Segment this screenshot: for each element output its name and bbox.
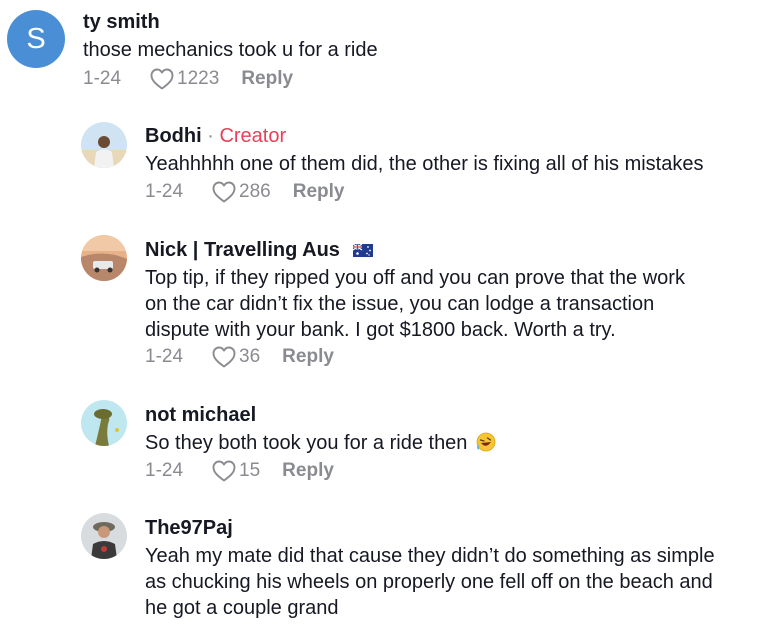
comment-username[interactable]: The97Paj bbox=[145, 517, 233, 540]
like-count: 36 bbox=[239, 346, 261, 367]
comment-meta: 1-24 36 Reply bbox=[145, 346, 334, 368]
avatar[interactable]: S bbox=[7, 10, 65, 68]
creator-separator: · bbox=[207, 125, 214, 147]
avatar[interactable] bbox=[81, 122, 127, 168]
like-count: 15 bbox=[239, 460, 261, 481]
comment-date: 1-24 bbox=[145, 346, 184, 367]
heart-outline-icon[interactable] bbox=[212, 346, 236, 368]
comment-text-line: as chucking his wheels on properly one f… bbox=[145, 571, 713, 593]
comment-text: So they both took you for a ride then bbox=[145, 430, 496, 456]
comment-text: Yeahhhhh one of them did, the other is f… bbox=[145, 153, 704, 175]
like-count: 286 bbox=[239, 181, 271, 202]
avatar[interactable] bbox=[81, 235, 127, 281]
reply-button[interactable]: Reply bbox=[241, 68, 293, 90]
comment-username[interactable]: Bodhi · Creator bbox=[145, 125, 286, 148]
comment-username[interactable]: Nick | Travelling Aus bbox=[145, 239, 374, 262]
comment-meta: 1-24 286 Reply bbox=[145, 181, 344, 203]
avatar[interactable] bbox=[81, 513, 127, 559]
comment-date: 1-24 bbox=[145, 460, 184, 481]
australia-flag-icon bbox=[353, 244, 374, 258]
rofl-emoji-icon bbox=[476, 432, 496, 452]
creator-badge: Creator bbox=[219, 125, 287, 147]
comment-username[interactable]: ty smith bbox=[83, 11, 160, 34]
username-text[interactable]: Bodhi bbox=[145, 125, 202, 147]
comment-text-line: dispute with your bank. I got $1800 back… bbox=[145, 319, 616, 341]
username-text[interactable]: Nick | Travelling Aus bbox=[145, 239, 340, 261]
reply-button[interactable]: Reply bbox=[293, 181, 345, 203]
comment-text-line: on the car didn’t fix the issue, you can… bbox=[145, 293, 655, 315]
comment-text-body: So they both took you for a ride then bbox=[145, 432, 468, 454]
comment-meta: 1-24 1223 Reply bbox=[83, 68, 293, 90]
comment-text-line: Top tip, if they ripped you off and you … bbox=[145, 267, 685, 289]
heart-outline-icon[interactable] bbox=[212, 460, 236, 482]
comment-text: those mechanics took u for a ride bbox=[83, 39, 378, 61]
reply-button[interactable]: Reply bbox=[282, 346, 334, 368]
heart-outline-icon[interactable] bbox=[212, 181, 236, 203]
like-count: 1223 bbox=[177, 68, 220, 89]
comment-username[interactable]: not michael bbox=[145, 404, 256, 427]
reply-button[interactable]: Reply bbox=[282, 460, 334, 482]
comment-meta: 1-24 15 Reply bbox=[145, 460, 334, 482]
avatar[interactable] bbox=[81, 400, 127, 446]
comment-text-line: he got a couple grand bbox=[145, 597, 339, 619]
heart-outline-icon[interactable] bbox=[150, 68, 174, 90]
comment-text-line: Yeah my mate did that cause they didn’t … bbox=[145, 545, 715, 567]
avatar-letter: S bbox=[26, 22, 46, 55]
comment-date: 1-24 bbox=[145, 181, 184, 202]
comment-date: 1-24 bbox=[83, 68, 122, 89]
